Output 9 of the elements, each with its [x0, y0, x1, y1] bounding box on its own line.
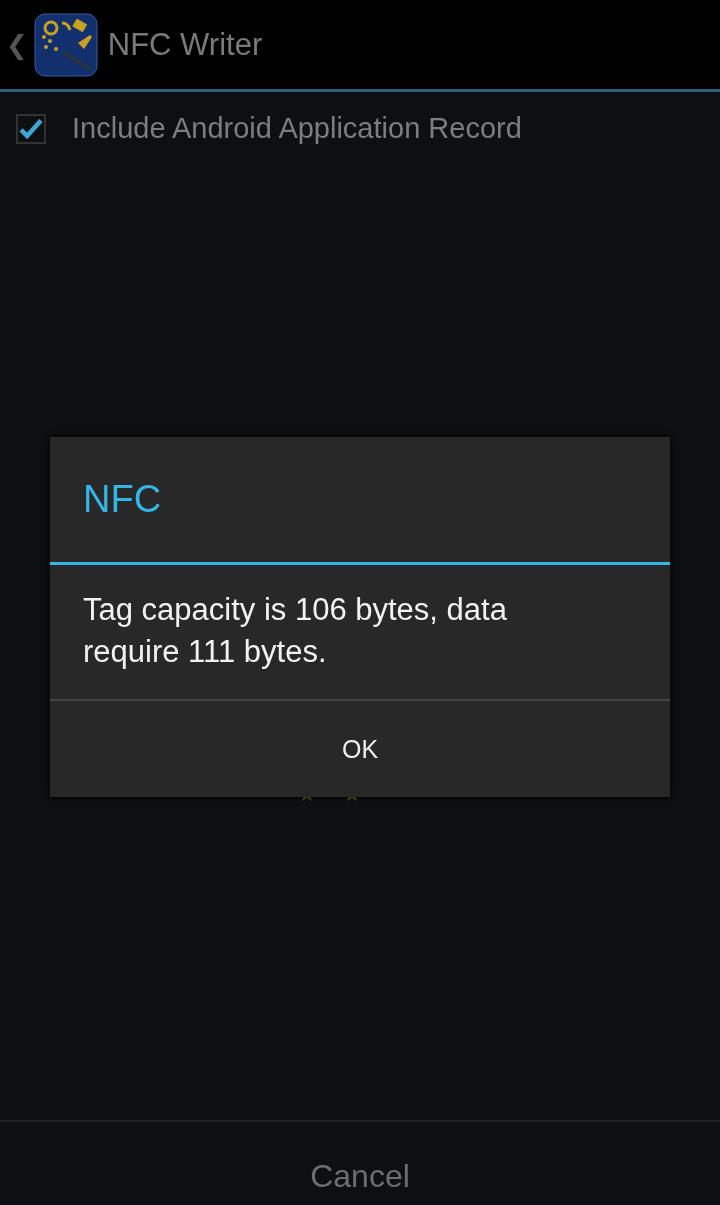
app-title: NFC Writer	[107, 26, 263, 63]
checkbox[interactable]	[16, 113, 46, 144]
back-icon[interactable]: ❮	[6, 29, 28, 60]
dialog-title: NFC	[50, 437, 670, 565]
dialog-message: Tag capacity is 106 bytes, data require 111 bytes.	[50, 565, 670, 701]
app-icon	[33, 12, 98, 77]
ok-button[interactable]: OK	[50, 701, 670, 797]
cancel-button[interactable]: Cancel	[0, 1122, 720, 1205]
option-label: Include Android Application Record	[72, 112, 522, 145]
